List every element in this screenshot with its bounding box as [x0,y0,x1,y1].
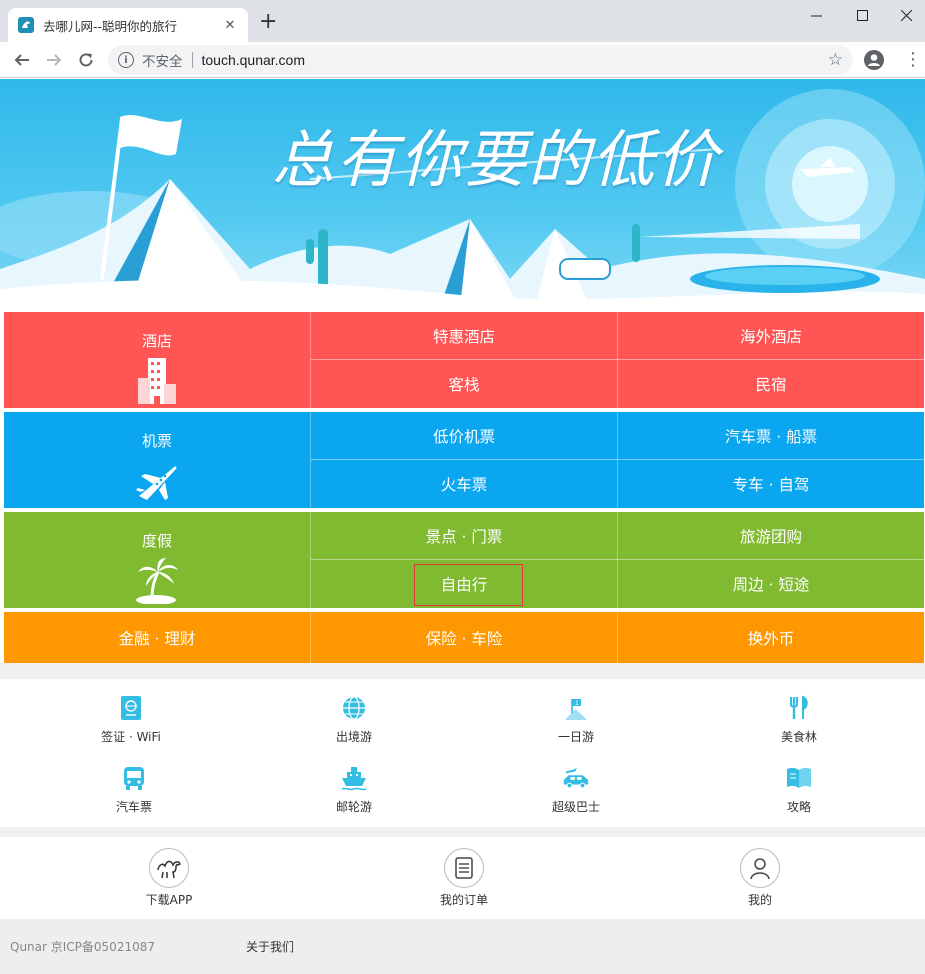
hotel-main-label: 酒店 [141,332,172,350]
forward-arrow-icon[interactable] [42,48,66,72]
service-cruise[interactable]: 邮轮游 [274,764,434,815]
download-app-button[interactable]: 下载APP [99,848,239,908]
service-label: 攻略 [786,800,811,814]
ship-icon [340,764,368,792]
browser-toolbar: i 不安全 touch.qunar.com ☆ ⋮ [0,42,925,78]
flight-main-label: 机票 [141,432,172,450]
service-label: 签证 · WiFi [101,730,161,744]
back-arrow-icon[interactable] [10,48,34,72]
maximize-button[interactable] [839,0,885,30]
bottom-nav-label: 我的订单 [439,893,488,907]
bottom-nav-label: 我的 [747,893,772,907]
service-label: 超级巴士 [551,800,600,814]
bottom-nav-label: 下载APP [145,893,193,907]
bookmark-star-icon[interactable]: ☆ [828,50,843,70]
divider [191,52,193,68]
car-selfdrive-link[interactable]: 专车 · 自驾 [618,460,924,508]
service-label: 汽车票 [115,800,152,814]
train-ticket-link[interactable]: 火车票 [311,460,617,508]
service-outbound-travel[interactable]: 出境游 [274,694,434,745]
page-footer: Qunar 京ICP备05021087 关于我们 [0,919,925,974]
address-bar[interactable]: i 不安全 touch.qunar.com ☆ [108,45,853,75]
service-bus-ticket[interactable]: 汽车票 [54,764,214,815]
tab-title: 去哪儿网--聪明你的旅行 [43,18,178,34]
category-flight: 机票 低价机票 汽车票 · 船票 火车票 专车 · 自驾 [4,412,924,508]
about-us-link[interactable]: 关于我们 [246,938,294,955]
service-food[interactable]: 美食林 [719,694,879,745]
minimize-button[interactable] [793,0,839,30]
flight-main-button[interactable]: 机票 [4,412,310,508]
vacation-main-label: 度假 [141,532,172,550]
nearby-short-trip-link[interactable]: 周边 · 短途 [618,560,924,608]
section-gap [0,827,925,837]
kebab-menu-icon[interactable]: ⋮ [904,50,922,70]
bus-ship-ticket-link[interactable]: 汽车票 · 船票 [618,412,924,459]
close-window-button[interactable] [883,0,925,30]
camel-icon [149,848,189,888]
browser-tab[interactable]: 去哪儿网--聪明你的旅行 ✕ [8,8,248,42]
service-label: 出境游 [335,730,372,744]
reload-icon[interactable] [74,48,98,72]
account-icon[interactable] [864,50,884,70]
fork-knife-icon [785,694,813,722]
cheap-flight-link[interactable]: 低价机票 [311,412,617,459]
hero-banner[interactable]: 总有你要的低价 [0,79,925,307]
service-visa-wifi[interactable]: 签证 · WiFi [51,694,211,745]
visa-icon [117,694,145,722]
category-finance: 金融 · 理财 保险 · 车险 换外币 [4,612,924,663]
qunar-favicon-icon [18,17,34,33]
airplane-icon [135,460,179,506]
service-label: 一日游 [557,730,594,744]
vacation-main-button[interactable]: 度假 [4,512,310,608]
new-tab-button[interactable]: + [259,11,277,33]
service-day-tour[interactable]: 1 一日游 [496,694,656,745]
service-guide[interactable]: 攻略 [719,764,879,815]
user-icon [740,848,780,888]
tab-strip: 去哪儿网--聪明你的旅行 ✕ + [0,0,925,42]
section-gap [0,663,925,679]
group-buy-link[interactable]: 旅游团购 [618,512,924,559]
building-icon [136,358,178,408]
flag-icon: 1 [562,694,590,722]
globe-icon [340,694,368,722]
currency-exchange-link[interactable]: 换外币 [618,612,924,663]
url-text[interactable]: touch.qunar.com [202,52,306,68]
finance-link[interactable]: 金融 · 理财 [4,612,310,663]
category-hotel: 酒店 特惠酒店 海外酒店 客栈 民宿 [4,312,924,408]
service-label: 美食林 [780,730,817,744]
special-hotel-link[interactable]: 特惠酒店 [311,312,617,359]
hotel-main-button[interactable]: 酒店 [4,312,310,408]
info-icon[interactable]: i [118,52,134,68]
svg-text:1: 1 [575,700,579,707]
insurance-link[interactable]: 保险 · 车险 [311,612,617,663]
my-account-button[interactable]: 我的 [690,848,830,908]
overseas-hotel-link[interactable]: 海外酒店 [618,312,924,359]
book-icon [785,764,813,792]
order-icon [444,848,484,888]
banner-slogan: 总有你要的低价 [272,123,721,196]
inn-link[interactable]: 客栈 [311,360,617,408]
homestay-link[interactable]: 民宿 [618,360,924,408]
service-super-bus[interactable]: 超级巴士 [496,764,656,815]
tab-close-icon[interactable]: ✕ [222,18,238,33]
bus-icon [120,764,148,792]
my-orders-button[interactable]: 我的订单 [394,848,534,908]
selection-highlight [414,564,523,606]
car-icon [562,764,590,792]
palm-tree-icon [134,558,180,608]
icp-license-text: Qunar 京ICP备05021087 [10,940,155,954]
attraction-ticket-link[interactable]: 景点 · 门票 [311,512,617,559]
service-label: 邮轮游 [335,800,372,814]
security-label: 不安全 [142,54,183,70]
